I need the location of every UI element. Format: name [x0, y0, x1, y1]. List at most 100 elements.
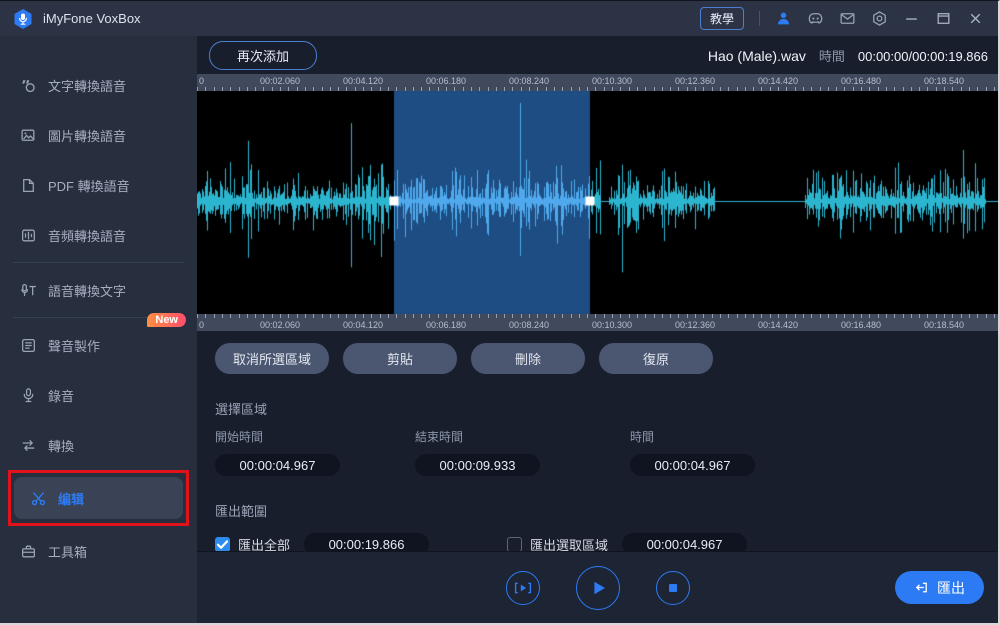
ruler-tick [338, 314, 339, 318]
ruler-tick [554, 314, 555, 318]
convert-icon [20, 437, 37, 454]
play-selection-button[interactable] [506, 571, 540, 605]
sidebar-item-6[interactable]: 聲音製作New [0, 320, 197, 370]
ruler-label: 00:10.300 [592, 76, 632, 86]
ruler-tick [703, 314, 704, 318]
sidebar-item-label: 音頻轉換語音 [48, 226, 126, 245]
action-button-3[interactable]: 刪除 [471, 343, 585, 374]
ruler-tick [844, 314, 845, 318]
ruler-label: 0 [199, 76, 204, 86]
ruler-tick [936, 314, 937, 318]
ruler-tick [786, 314, 787, 318]
ruler-label: 00:18.540 [924, 76, 964, 86]
ruler-tick [670, 314, 671, 318]
ruler-tick [886, 314, 887, 318]
user-icon[interactable] [775, 10, 792, 27]
time-field-1: 開始時間 00:00:04.967 [215, 428, 415, 476]
ruler-tick [761, 314, 762, 318]
image-to-speech-icon [20, 127, 37, 144]
ruler-label: 00:14.420 [758, 76, 798, 86]
checkbox-unchecked[interactable] [507, 537, 522, 552]
export-button[interactable]: 匯出 [895, 571, 984, 604]
timeline-ruler-top: 000:02.06000:04.12000:06.18000:08.24000:… [197, 74, 998, 91]
ruler-tick [546, 314, 547, 318]
action-button-2[interactable]: 剪貼 [343, 343, 457, 374]
toolbox-icon [20, 543, 37, 560]
ruler-tick [778, 314, 779, 318]
ruler-tick [944, 314, 945, 318]
ruler-label: 00:10.300 [592, 320, 632, 330]
ruler-label: 00:08.240 [509, 76, 549, 86]
time-value: 00:00:00/00:00:19.866 [858, 49, 988, 64]
ruler-tick [305, 314, 306, 318]
action-button-4[interactable]: 復原 [599, 343, 713, 374]
selection-fields: 開始時間00:00:04.967結束時間00:00:09.933時間00:00:… [215, 428, 998, 476]
ruler-tick [687, 314, 688, 318]
mail-icon[interactable] [839, 10, 856, 27]
export-button-label: 匯出 [937, 578, 965, 598]
close-icon[interactable] [967, 10, 984, 27]
ruler-tick [571, 314, 572, 318]
ruler-tick [471, 314, 472, 318]
sidebar-item-4[interactable]: 音頻轉換語音 [0, 210, 197, 260]
ruler-label: 00:16.480 [841, 320, 881, 330]
export-section-title: 匯出範圍 [215, 501, 998, 520]
ruler-tick [853, 314, 854, 318]
add-again-button[interactable]: 再次添加 [209, 41, 317, 70]
ruler-tick [230, 314, 231, 318]
ruler-tick [313, 314, 314, 318]
stop-button[interactable] [656, 571, 690, 605]
ruler-tick [919, 314, 920, 318]
sidebar: 文字轉換語音圖片轉換語音PDF 轉換語音音頻轉換語音語音轉換文字聲音製作New錄… [0, 36, 197, 623]
ruler-tick [952, 314, 953, 318]
sidebar-item-9[interactable]: 编辑 [14, 477, 183, 519]
ruler-tick [454, 314, 455, 318]
maximize-icon[interactable] [935, 10, 952, 27]
timeline-ruler-bottom: 000:02.06000:04.12000:06.18000:08.24000:… [197, 314, 998, 331]
sidebar-item-8[interactable]: 轉換 [0, 420, 197, 470]
ruler-label: 0 [199, 320, 204, 330]
minimize-icon[interactable] [903, 10, 920, 27]
settings-icon[interactable] [871, 10, 888, 27]
editor-toolbar: 再次添加 Hao (Male).wav 時間 00:00:00/00:00:19… [197, 36, 998, 74]
pdf-to-speech-icon [20, 177, 37, 194]
ruler-tick [521, 314, 522, 318]
titlebar: iMyFone VoxBox 教學 [0, 1, 998, 36]
play-selection-icon [513, 578, 533, 598]
sidebar-item-5[interactable]: 語音轉換文字 [0, 265, 197, 315]
time-field-2: 結束時間00:00:09.933 [415, 428, 630, 476]
checkbox-checked[interactable] [215, 537, 230, 552]
ruler-tick [612, 314, 613, 318]
ruler-tick [346, 314, 347, 318]
sidebar-item-1[interactable]: 文字轉換語音 [0, 60, 197, 110]
sidebar-item-3[interactable]: PDF 轉換語音 [0, 160, 197, 210]
sidebar-item-7[interactable]: 錄音 [0, 370, 197, 420]
ruler-tick [446, 314, 447, 318]
sidebar-item-label: 語音轉換文字 [48, 281, 126, 300]
waveform-canvas[interactable] [197, 91, 1000, 314]
play-button[interactable] [576, 566, 620, 610]
ruler-tick [537, 314, 538, 318]
app-title: iMyFone VoxBox [43, 11, 141, 26]
time-field-value: 00:00:04.967 [630, 454, 755, 476]
edit-scissors-icon [30, 490, 47, 507]
ruler-label: 00:12.360 [675, 320, 715, 330]
ruler-tick [969, 314, 970, 318]
ruler-tick [363, 314, 364, 318]
time-field-value: 00:00:04.967 [215, 454, 340, 476]
action-button-1[interactable]: 取消所選區域 [215, 343, 329, 374]
ruler-label: 00:16.480 [841, 76, 881, 86]
ruler-tick [205, 314, 206, 318]
sidebar-item-2[interactable]: 圖片轉換語音 [0, 110, 197, 160]
stop-icon [663, 578, 683, 598]
ruler-tick [255, 314, 256, 318]
tutorial-button[interactable]: 教學 [700, 7, 744, 30]
ruler-tick [280, 314, 281, 318]
ruler-tick [579, 314, 580, 318]
sidebar-item-10[interactable]: 工具箱 [0, 526, 197, 576]
discord-icon[interactable] [807, 10, 824, 27]
time-field-label: 開始時間 [215, 428, 415, 445]
ruler-tick [828, 314, 829, 318]
ruler-tick [811, 314, 812, 318]
play-icon [586, 576, 610, 600]
